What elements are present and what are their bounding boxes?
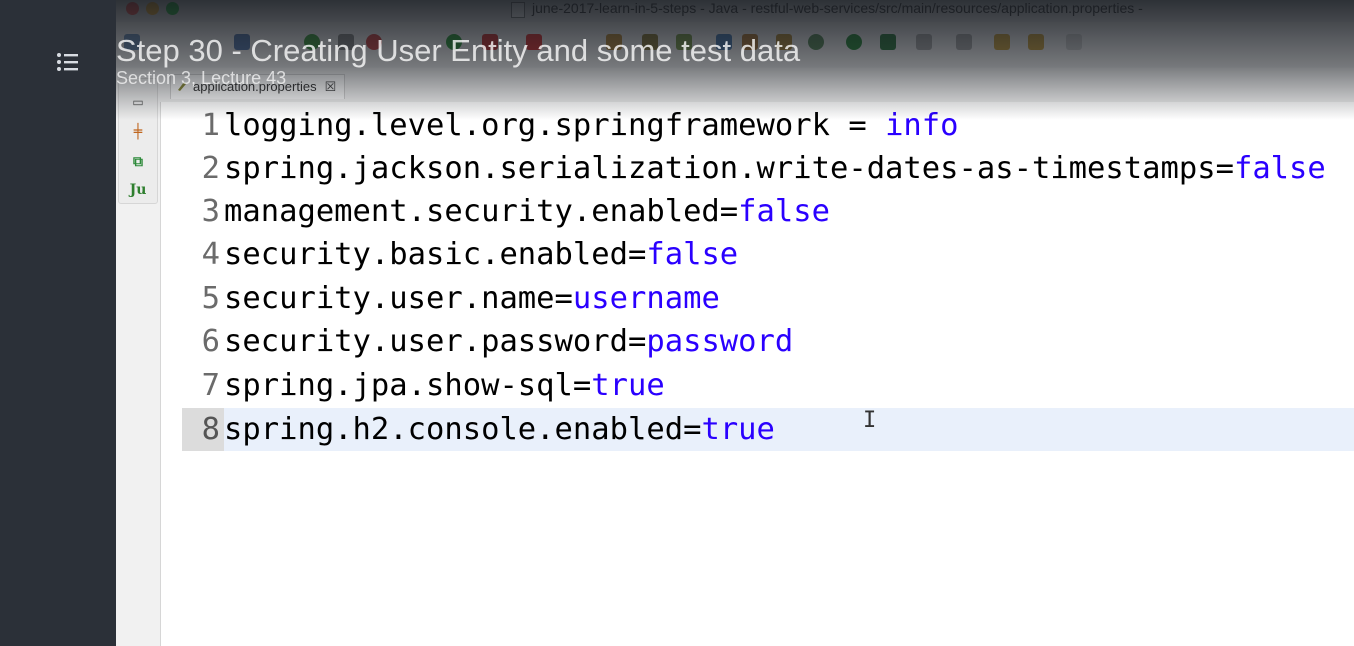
code-line: 5 security.user.name=username bbox=[182, 277, 1354, 320]
equals-sign: = bbox=[627, 237, 647, 272]
line-number: 4 bbox=[201, 237, 220, 272]
property-value: true bbox=[701, 412, 775, 447]
line-number: 1 bbox=[201, 108, 220, 143]
line-number: 7 bbox=[201, 368, 220, 403]
tab-close-icon[interactable]: ☒ bbox=[325, 75, 337, 99]
list-menu-icon[interactable] bbox=[56, 50, 80, 74]
property-key: security.user.password bbox=[224, 324, 628, 359]
code-line: 2 spring.jackson.serialization.write-date… bbox=[182, 147, 1354, 190]
property-value: false bbox=[646, 237, 739, 272]
junit-icon[interactable]: Ju bbox=[129, 181, 147, 199]
ide-title-bar: june-2017-learn-in-5-steps - Java - rest… bbox=[116, 0, 1354, 22]
line-number: 6 bbox=[201, 324, 220, 359]
property-key: security.user.name bbox=[224, 281, 555, 316]
lecture-title: Step 30 - Creating User Entity and some … bbox=[116, 33, 801, 68]
code-line: 1 logging.level.org.springframework = inf… bbox=[182, 104, 1354, 147]
course-sidebar-rail bbox=[0, 0, 116, 646]
restore-view-icon[interactable]: ▭ bbox=[129, 93, 147, 111]
line-number: 5 bbox=[201, 281, 220, 316]
equals-sign: = bbox=[719, 194, 739, 229]
property-key: security.basic.enabled bbox=[224, 237, 628, 272]
toolbar-prev-annotation-icon[interactable] bbox=[956, 34, 972, 50]
property-key: logging.level.org.springframework bbox=[224, 108, 830, 143]
hierarchy-icon[interactable]: ╪ bbox=[129, 123, 147, 141]
line-number: 2 bbox=[201, 151, 220, 186]
toolbar-back-icon[interactable] bbox=[1028, 34, 1044, 50]
code-editor[interactable]: 1 logging.level.org.springframework = inf… bbox=[161, 102, 1354, 646]
tree-icon[interactable]: ⧉ bbox=[129, 153, 147, 171]
code-line: 4 security.basic.enabled=false bbox=[182, 233, 1354, 276]
property-key: spring.jpa.show-sql bbox=[224, 368, 573, 403]
property-value: info bbox=[885, 108, 959, 143]
line-number: 3 bbox=[201, 194, 220, 229]
line-number: 8 bbox=[182, 408, 224, 451]
minimize-window-icon[interactable] bbox=[146, 2, 159, 15]
equals-sign: = bbox=[683, 412, 702, 447]
code-line: 7 spring.jpa.show-sql=true bbox=[182, 364, 1354, 407]
text-cursor-icon: I bbox=[863, 408, 877, 433]
property-key: spring.h2.console.enabled bbox=[224, 412, 684, 447]
lecture-subtitle: Section 3, Lecture 43 bbox=[116, 68, 287, 88]
toolbar-last-edit-icon[interactable] bbox=[994, 34, 1010, 50]
equals-sign: = bbox=[572, 368, 592, 403]
toolbar-annotation-icon[interactable] bbox=[808, 34, 824, 50]
toolbar-server-icon[interactable] bbox=[846, 34, 862, 50]
zoom-window-icon[interactable] bbox=[166, 2, 179, 15]
equals-sign: = bbox=[829, 108, 886, 143]
editor-tab-bar: application.properties ☒ bbox=[160, 68, 1354, 102]
current-code-line: 8 spring.h2.console.enabled=true bbox=[182, 408, 1354, 451]
equals-sign: = bbox=[627, 324, 647, 359]
equals-sign: = bbox=[554, 281, 573, 316]
code-line: 6 security.user.password=password bbox=[182, 320, 1354, 363]
toolbar-forward-icon[interactable] bbox=[1066, 34, 1082, 50]
property-key: management.security.enabled bbox=[224, 194, 720, 229]
equals-sign: = bbox=[1215, 151, 1234, 186]
property-key: spring.jackson.serialization.write-dates… bbox=[224, 151, 1216, 186]
video-frame[interactable]: june-2017-learn-in-5-steps - Java - rest… bbox=[116, 0, 1354, 646]
ide-left-gutter: ▭ ╪ ⧉ Ju bbox=[116, 68, 161, 646]
ide-window-title: june-2017-learn-in-5-steps - Java - rest… bbox=[532, 0, 1143, 16]
document-icon bbox=[511, 2, 525, 18]
minimized-views-bar: ▭ ╪ ⧉ Ju bbox=[118, 78, 158, 204]
property-value: true bbox=[591, 368, 665, 403]
close-window-icon[interactable] bbox=[126, 2, 139, 15]
toolbar-next-annotation-icon[interactable] bbox=[916, 34, 932, 50]
code-line: 3 management.security.enabled=false bbox=[182, 190, 1354, 233]
property-value: username bbox=[572, 281, 720, 316]
property-value: false bbox=[1233, 151, 1326, 186]
property-value: password bbox=[646, 324, 794, 359]
property-value: false bbox=[738, 194, 830, 229]
toolbar-terminal-icon[interactable] bbox=[880, 34, 896, 50]
